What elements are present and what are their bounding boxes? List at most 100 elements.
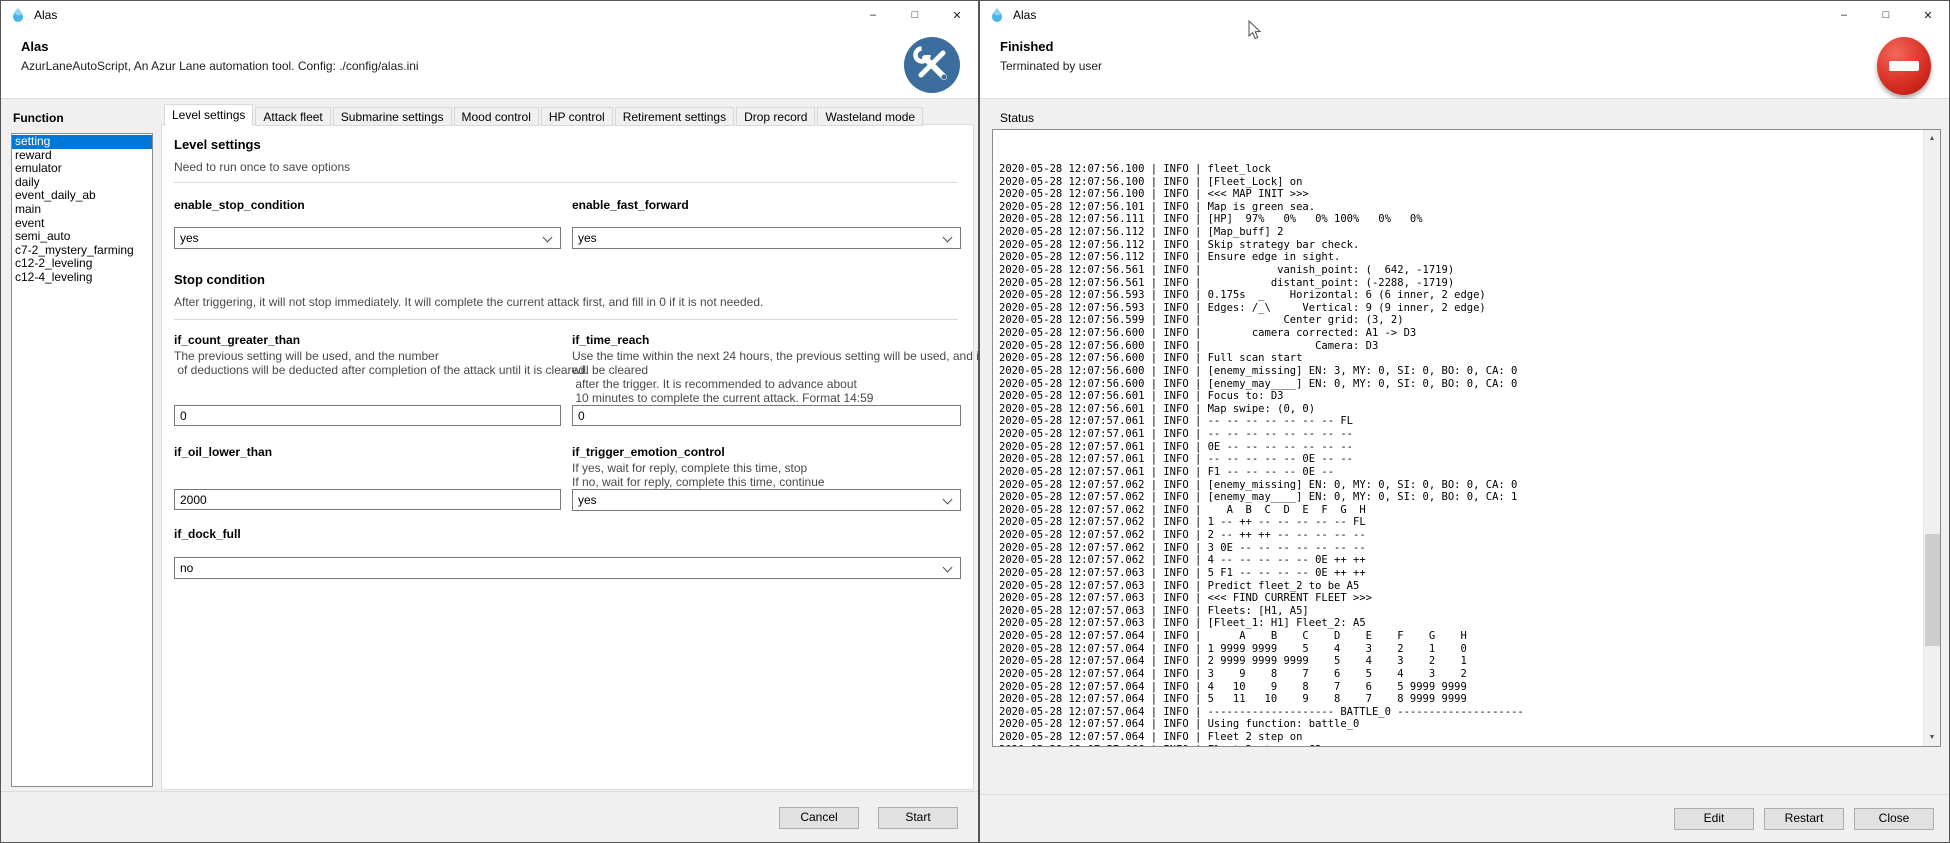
maximize-button[interactable]: □ [1865, 1, 1907, 29]
function-list-item[interactable]: event_daily_ab [12, 189, 152, 203]
close-session-button[interactable]: Close [1854, 808, 1934, 830]
restart-button[interactable]: Restart [1764, 808, 1844, 830]
log-line: 2020-05-28 12:07:57.066 | INFO | Fleet_2… [999, 744, 1524, 747]
if-oil-lower-than-label: if_oil_lower_than [174, 445, 272, 459]
log-line: 2020-05-28 12:07:57.064 | INFO | 3 9 8 7… [999, 668, 1524, 681]
log-line: 2020-05-28 12:07:56.599 | INFO | Center … [999, 314, 1524, 327]
log-line: 2020-05-28 12:07:57.062 | INFO | [enemy_… [999, 479, 1524, 492]
close-button[interactable]: ✕ [1907, 1, 1949, 29]
if-oil-lower-than-input[interactable] [174, 489, 561, 510]
config-body: Function settingrewardemulatordailyevent… [1, 99, 978, 842]
maximize-icon: □ [912, 9, 919, 21]
maximize-icon: □ [1883, 9, 1890, 21]
log-line: 2020-05-28 12:07:56.112 | INFO | [Map_bu… [999, 226, 1524, 239]
function-list-item[interactable]: c12-2_leveling [12, 257, 152, 271]
log-text: 2020-05-28 12:07:56.100 | INFO | fleet_l… [999, 129, 1524, 747]
if-trigger-emotion-control-select[interactable]: yes [572, 489, 961, 511]
settings-tab-bar: Level settingsAttack fleetSubmarine sett… [164, 104, 925, 126]
settings-tab[interactable]: Attack fleet [255, 107, 330, 126]
log-line: 2020-05-28 12:07:57.061 | INFO | -- -- -… [999, 428, 1524, 441]
function-list-item[interactable]: c7-2_mystery_farming [12, 244, 152, 258]
if-dock-full-select[interactable]: no [174, 557, 961, 579]
log-line: 2020-05-28 12:07:56.600 | INFO | Camera:… [999, 340, 1524, 353]
log-line: 2020-05-28 12:07:56.601 | INFO | Focus t… [999, 390, 1524, 403]
minimize-button[interactable]: – [1823, 1, 1865, 29]
log-line: 2020-05-28 12:07:57.064 | INFO | A B C D… [999, 630, 1524, 643]
function-list-item[interactable]: daily [12, 176, 152, 190]
log-line: 2020-05-28 12:07:56.593 | INFO | Edges: … [999, 302, 1524, 315]
log-line: 2020-05-28 12:07:57.061 | INFO | -- -- -… [999, 415, 1524, 428]
divider [174, 319, 958, 320]
log-line: 2020-05-28 12:07:57.064 | INFO | 2 9999 … [999, 655, 1524, 668]
enable-fast-forward-select[interactable]: yes [572, 227, 961, 249]
log-line: 2020-05-28 12:07:56.100 | INFO | [Fleet_… [999, 176, 1524, 189]
log-line: 2020-05-28 12:07:56.593 | INFO | 0.175s … [999, 289, 1524, 302]
wrench-screwdriver-icon [904, 37, 960, 93]
log-line: 2020-05-28 12:07:56.100 | INFO | fleet_l… [999, 163, 1524, 176]
enable-stop-condition-select[interactable]: yes [174, 227, 561, 249]
close-button[interactable]: ✕ [936, 1, 978, 29]
log-line: 2020-05-28 12:07:57.063 | INFO | 5 F1 --… [999, 567, 1524, 580]
log-line: 2020-05-28 12:07:57.064 | INFO | Fleet 2… [999, 731, 1524, 744]
section-desc-stop-condition: After triggering, it will not stop immed… [174, 295, 763, 309]
app-logo-icon [10, 7, 26, 23]
log-line: 2020-05-28 12:07:56.600 | INFO | [enemy_… [999, 365, 1524, 378]
settings-tab[interactable]: Level settings [164, 104, 253, 126]
scroll-up-icon[interactable]: ▲ [1924, 130, 1940, 147]
scroll-down-icon[interactable]: ▼ [1924, 729, 1940, 746]
stop-sign-icon [1877, 37, 1931, 95]
log-line: 2020-05-28 12:07:57.064 | INFO | 5 11 10… [999, 693, 1524, 706]
log-line: 2020-05-28 12:07:56.101 | INFO | Map is … [999, 201, 1524, 214]
settings-tab[interactable]: Submarine settings [333, 107, 452, 126]
settings-tab[interactable]: Retirement settings [615, 107, 734, 126]
settings-tab[interactable]: Wasteland mode [817, 107, 923, 126]
function-list-item[interactable]: event [12, 217, 152, 231]
settings-tab[interactable]: Drop record [736, 107, 815, 126]
enable-fast-forward-label: enable_fast_forward [572, 198, 689, 212]
status-body: Status 2020-05-28 12:07:56.100 | INFO | … [980, 99, 1949, 842]
log-line: 2020-05-28 12:07:57.063 | INFO | <<< FIN… [999, 592, 1524, 605]
enable-stop-condition-label: enable_stop_condition [174, 198, 305, 212]
function-list-item[interactable]: c12-4_leveling [12, 271, 152, 285]
log-line: 2020-05-28 12:07:56.561 | INFO | vanish_… [999, 264, 1524, 277]
stop-badge [1877, 37, 1931, 95]
edit-button[interactable]: Edit [1674, 808, 1754, 830]
function-list-item[interactable]: setting [12, 135, 152, 149]
log-line: 2020-05-28 12:07:56.601 | INFO | Map swi… [999, 403, 1524, 416]
log-line: 2020-05-28 12:07:56.600 | INFO | Full sc… [999, 352, 1524, 365]
log-line: 2020-05-28 12:07:57.061 | INFO | 0E -- -… [999, 441, 1524, 454]
enable-fast-forward-value: yes [578, 231, 597, 245]
log-scrollbar[interactable]: ▲ ▼ [1923, 130, 1940, 746]
titlebar[interactable]: Alas – □ ✕ [980, 1, 1949, 29]
cancel-button[interactable]: Cancel [779, 807, 859, 829]
if-time-reach-input[interactable] [572, 405, 961, 426]
log-line: 2020-05-28 12:07:57.061 | INFO | F1 -- -… [999, 466, 1524, 479]
function-listbox[interactable]: settingrewardemulatordailyevent_daily_ab… [11, 133, 153, 787]
function-list-item[interactable]: emulator [12, 162, 152, 176]
maximize-button[interactable]: □ [894, 1, 936, 29]
function-list-item[interactable]: main [12, 203, 152, 217]
log-line: 2020-05-28 12:07:57.064 | INFO | -------… [999, 706, 1524, 719]
section-title-stop-condition: Stop condition [174, 272, 265, 287]
scrollbar-thumb[interactable] [1925, 534, 1940, 646]
titlebar[interactable]: Alas – □ ✕ [1, 1, 978, 29]
if-trigger-emotion-control-value: yes [578, 493, 597, 507]
function-list-item[interactable]: reward [12, 149, 152, 163]
minimize-icon: – [1841, 9, 1847, 21]
log-line: 2020-05-28 12:07:56.561 | INFO | distant… [999, 277, 1524, 290]
if-count-greater-than-desc: The previous setting will be used, and t… [174, 349, 588, 377]
start-button[interactable]: Start [878, 807, 958, 829]
log-line: 2020-05-28 12:07:57.064 | INFO | Using f… [999, 718, 1524, 731]
minimize-button[interactable]: – [852, 1, 894, 29]
tools-badge [904, 37, 960, 98]
footer-divider [1, 791, 978, 792]
settings-tab[interactable]: HP control [541, 107, 613, 126]
settings-tab[interactable]: Mood control [454, 107, 539, 126]
if-count-greater-than-input[interactable] [174, 405, 561, 426]
function-list-item[interactable]: semi_auto [12, 230, 152, 244]
page-title: Alas [21, 39, 48, 54]
log-output-box[interactable]: 2020-05-28 12:07:56.100 | INFO | fleet_l… [992, 129, 1941, 747]
log-line: 2020-05-28 12:07:57.064 | INFO | 1 9999 … [999, 643, 1524, 656]
if-time-reach-desc: Use the time within the next 24 hours, t… [572, 349, 982, 405]
alas-config-window: Alas – □ ✕ Alas AzurLaneAutoScript, An A… [0, 0, 979, 843]
